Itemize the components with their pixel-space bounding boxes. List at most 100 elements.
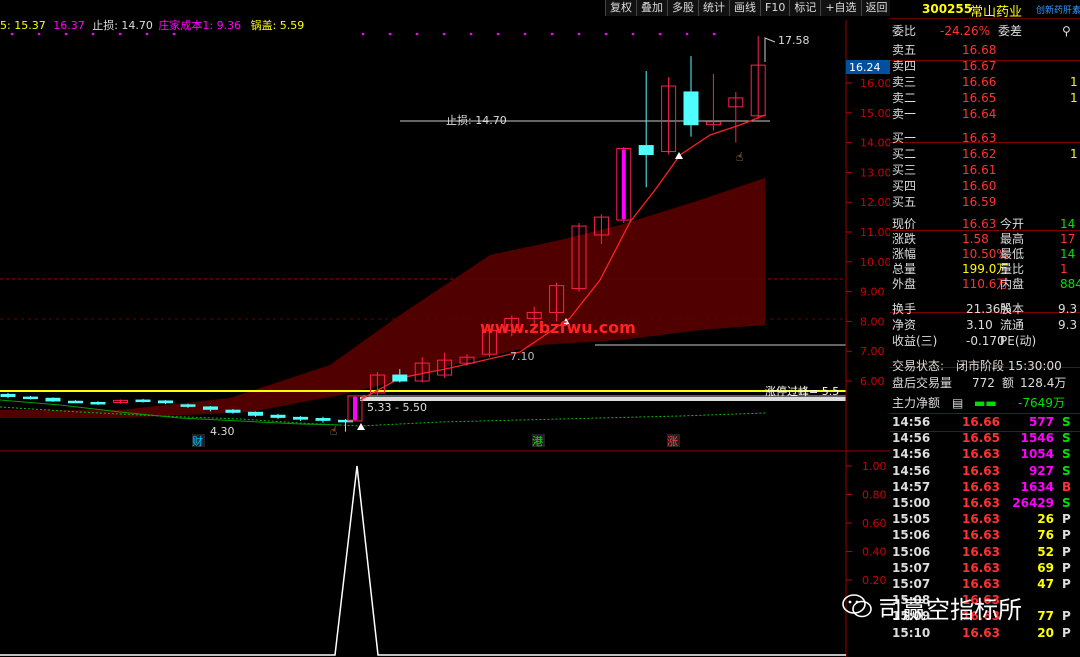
tick-row: 14:56 16.66 577 S [890,414,1080,430]
tick-volume: 26 [1037,512,1054,527]
signal-dot [64,32,68,36]
quote-label: 最低 [1000,247,1025,261]
stock-name[interactable]: 常山药业 [970,1,1022,20]
tick-side: B [1062,479,1072,494]
quote-label: 涨幅 [892,247,917,261]
candle-body [392,374,408,382]
quote-panel: 委比 -24.26% 委差 ⚲ 卖五 16.68 卖四 16.67 卖三 16.66 1 卖二 16.6… [890,20,1080,657]
ask-label: 卖一 [892,107,917,121]
tick-row: 14:56 16.63 1054 S [890,446,1080,462]
quote-value: 16.63 [962,217,997,231]
quote-label: 总量 [892,262,917,276]
low-label: 4.30 [210,425,235,438]
candle-body [90,401,106,405]
list-icon: ▤ [952,396,964,410]
quote-row: 总量 199.0万 量比 1 [890,261,1080,277]
price-tick-label: 12.00 [860,196,890,209]
label: 额 [1002,376,1015,390]
bid-price: 16.60 [962,179,997,193]
quote-value: 14 [1060,247,1076,261]
hand-pointer-icon: ☝ [736,150,743,164]
sub-tick-label: 0.60 [862,517,887,530]
wechat-watermark: 司赢空指标所 [878,596,1022,624]
signal-dot [523,32,527,36]
current-price-label: 16.24 [849,61,881,74]
tick-price: 16.63 [962,512,1000,527]
order-ratio-row: 委比 -24.26% 委差 ⚲ [890,23,1080,39]
tick-price: 16.63 [962,544,1000,559]
trade-status-row: 交易状态: 闭市阶段 15:30:00 [890,358,1080,374]
bid-label: 买二 [892,147,917,161]
tick-volume: 76 [1037,528,1054,543]
ask-row: 卖二 16.65 1 [890,90,1080,106]
range-label: 5.33 - 5.50 [367,401,427,414]
tick-side: S [1062,447,1071,462]
tick-price: 16.63 [962,447,1000,462]
stat-value: -0.170 [966,334,1005,348]
stat-row: 净资 3.10 流通 9.3 [890,317,1080,333]
bid-row: 买三 16.61 [890,162,1080,178]
bid-label: 买一 [892,131,917,145]
price-tick-label: 7.00 [860,345,885,358]
ask-label: 卖二 [892,91,917,105]
tick-row: 14:56 16.63 927 S [890,463,1080,479]
candle-body [225,409,241,413]
signal-dot [415,32,419,36]
candle-body [68,400,83,404]
candle-body [0,393,16,397]
trade-status-value: 闭市阶段 15:30:00 [956,359,1062,373]
tick-row: 15:06 16.63 52 P [890,544,1080,560]
tick-volume: 69 [1037,560,1054,575]
tick-price: 16.65 [962,431,1000,446]
bid-label: 买五 [892,195,917,209]
quote-row: 现价 16.63 今开 14 [890,216,1080,232]
tick-time: 14:56 [892,415,931,429]
ask-price: 16.65 [962,91,997,105]
tick-volume: 26429 [1012,496,1054,510]
tick-row: 15:06 16.63 76 P [890,527,1080,543]
quote-label: 量比 [1000,262,1025,276]
tick-time: 15:06 [892,544,931,559]
signal-dot [442,32,446,36]
quote-value: 14 [1060,217,1076,231]
ask-price: 16.67 [962,59,997,73]
bid-row: 买五 16.59 [890,194,1080,210]
limit-up-mark [353,396,357,420]
quote-label: 今开 [1000,217,1025,231]
price-tick-label: 8.00 [860,315,885,328]
tick-time: 14:56 [892,447,931,462]
label: 委比 [892,24,917,38]
price-tick-label: 11.00 [860,226,890,239]
ask-volume: 1 [1070,75,1078,89]
quote-value: 884 [1060,277,1080,291]
ask-price: 16.68 [962,43,997,57]
stat-value: 9.3 [1058,318,1078,332]
stock-header: 300255 常山药业 创新药肝素 [890,0,1080,20]
tick-time: 15:10 [892,625,931,640]
ask-row: 卖三 16.66 1 [890,74,1080,90]
after-hours-volume: 772 [972,376,995,390]
ask-label: 卖三 [892,75,917,89]
signal-dot [712,32,716,36]
candle-body [180,404,196,407]
sub-tick-label: 0.80 [862,489,887,502]
tick-time: 14:57 [892,479,931,494]
signal-dot [388,32,392,36]
bid-price: 16.62 [962,147,997,161]
quote-label: 现价 [892,217,917,231]
main-flow-value: -7649万 [1018,396,1065,410]
stock-concept-tag[interactable]: 创新药肝素 [1036,3,1080,16]
limit-up-mark [621,149,626,220]
price-tick-label: 10.00 [860,256,890,269]
sub-tick-label: 0.20 [862,574,887,587]
tick-side: P [1062,528,1071,543]
tick-side: S [1062,415,1071,429]
tick-row: 15:05 16.63 26 P [890,511,1080,527]
tick-side: S [1062,496,1071,510]
stat-label: 换手 [892,302,917,316]
tick-price: 16.63 [962,496,1000,510]
candle-body [158,400,173,404]
kline-chart[interactable]: 16.00 15.00 14.00 13.00 12.00 11.00 10.00 9.00 8… [0,0,890,657]
site-watermark: www.zbzfwu.com [480,318,636,337]
ask-label: 卖四 [892,59,917,73]
